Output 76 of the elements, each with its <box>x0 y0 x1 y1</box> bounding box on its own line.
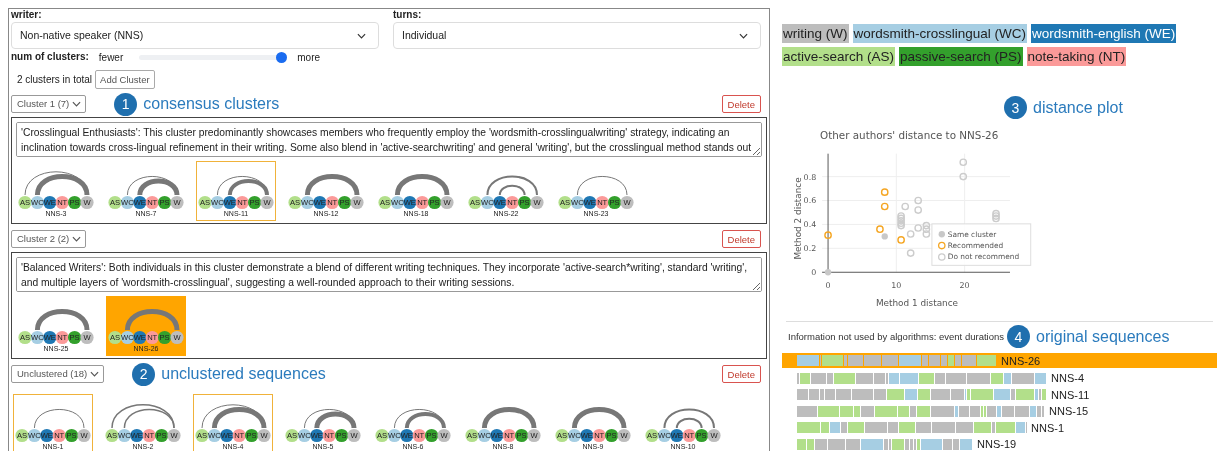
delete-button[interactable]: Delete <box>721 365 761 383</box>
sequence-row[interactable]: NNS-26 <box>782 353 1217 369</box>
annotation-text: unclustered sequences <box>161 365 326 383</box>
add-cluster-button[interactable]: Add Cluster <box>95 69 155 89</box>
x-tick-label: 20 <box>959 281 970 291</box>
chevron-icon <box>90 371 100 377</box>
y-tick-label: 0.4 <box>803 220 817 230</box>
legend-marker <box>938 253 946 261</box>
sequence-label: NNS-19 <box>977 438 1017 451</box>
slider-thumb[interactable] <box>276 51 288 63</box>
legend-chip: wordsmith-english (WE) <box>1031 24 1177 43</box>
step-number-badge: 4 <box>1007 325 1030 349</box>
sequence-label: NNS-26 <box>1001 355 1041 367</box>
delete-button[interactable]: Delete <box>721 95 761 113</box>
data-point <box>959 172 968 181</box>
chevron-icon <box>739 33 748 39</box>
step-number-badge: 1 <box>114 92 138 116</box>
turns-label: turns: <box>393 9 423 21</box>
data-point <box>906 249 915 257</box>
writer-select[interactable]: Non-native speaker (NNS) <box>11 22 379 49</box>
legend-chip: wordsmith-crosslingual (WC) <box>852 24 1028 43</box>
turns-select[interactable]: Individual <box>393 22 761 49</box>
legend-chip: active-search (AS) <box>782 47 896 66</box>
data-point <box>880 202 889 211</box>
sequence-label: NNS-15 <box>1049 405 1089 418</box>
data-point <box>914 196 923 205</box>
sequence-row[interactable]: NNS-11 <box>782 388 1217 402</box>
sequence-row[interactable]: NNS-15 <box>782 405 1217 418</box>
legend-chip: passive-search (PS) <box>899 47 1023 66</box>
annotation-text: consensus clusters <box>143 95 280 113</box>
y-tick-label: 0.6 <box>803 196 817 206</box>
step-number-badge: 2 <box>132 362 156 386</box>
cluster-dropdown[interactable]: Cluster 2 (2) <box>11 230 87 248</box>
y-axis-title: Method 2 distance <box>793 177 804 260</box>
data-point <box>824 269 832 276</box>
sequence-row[interactable]: NNS-1 <box>782 421 1217 435</box>
data-point <box>901 202 910 211</box>
num-clusters-label: num of clusters: <box>11 51 89 63</box>
y-tick-label: 0 <box>811 268 817 278</box>
chevron-icon <box>357 33 366 39</box>
cluster-dropdown[interactable]: Cluster 1 (7) <box>11 95 87 113</box>
cluster-slider[interactable] <box>139 51 288 63</box>
y-tick-label: 0.2 <box>803 244 817 254</box>
delete-button[interactable]: Delete <box>721 230 761 248</box>
legend-marker <box>938 231 945 238</box>
data-point <box>824 231 832 240</box>
legend-marker <box>938 241 946 250</box>
data-point <box>959 158 968 167</box>
more-label: more <box>297 51 321 63</box>
data-point <box>922 225 931 234</box>
writer-label: writer: <box>11 9 43 21</box>
sequence-row[interactable]: NNS-19 <box>782 438 1217 451</box>
annotation-text: distance plot <box>1033 98 1123 117</box>
data-point <box>922 221 931 230</box>
x-axis-title: Method 1 distance <box>875 297 959 308</box>
x-tick-label: 0 <box>825 281 831 291</box>
chart-title: Other authors' distance to NNS-26 <box>820 128 999 141</box>
description-field[interactable]: 'Balanced Writers': Both individuals in this cluster demonstrate a blend of different writing techniques. They incorporate 'active-search*writing', standard 'writing', and multiple layers of 'wordsmith-crosslingual', suggesting a well-rounded approach to their writing sessions. <box>16 257 762 292</box>
fewer-label: fewer <box>98 51 124 63</box>
legend-chip: writing (W) <box>782 24 849 43</box>
annotation-text: original sequences <box>1036 327 1170 346</box>
chevron-icon <box>72 101 82 107</box>
data-point <box>880 188 889 196</box>
sequence-label: NNS-1 <box>1031 422 1064 434</box>
legend-chip: note-taking (NT) <box>1026 47 1127 66</box>
x-tick-label: 10 <box>891 281 902 291</box>
chevron-icon <box>72 236 82 242</box>
cluster-dropdown[interactable]: Unclustered (18) <box>11 365 105 383</box>
sequence-label: NNS-11 <box>1051 389 1090 401</box>
sequence-label: NNS-4 <box>1051 372 1084 385</box>
info-note: Information not used by algorithms: event durations <box>788 331 1004 343</box>
step-number-badge: 3 <box>1004 96 1027 119</box>
cluster-count: 2 clusters in total <box>17 73 93 85</box>
sequence-row[interactable]: NNS-4 <box>782 372 1217 385</box>
y-tick-label: 0.8 <box>803 172 817 182</box>
description-field[interactable]: 'Crosslingual Enthusiasts': This cluster predominantly showcases members who frequently employ the 'wordsmith-crosslingualwriting' strategy, indicating an inclination towards cross-lingual refinement in their writing. Some also blend in 'active-searchwriting' and general 'writing', but the crosslingual method stands out <box>16 122 762 157</box>
